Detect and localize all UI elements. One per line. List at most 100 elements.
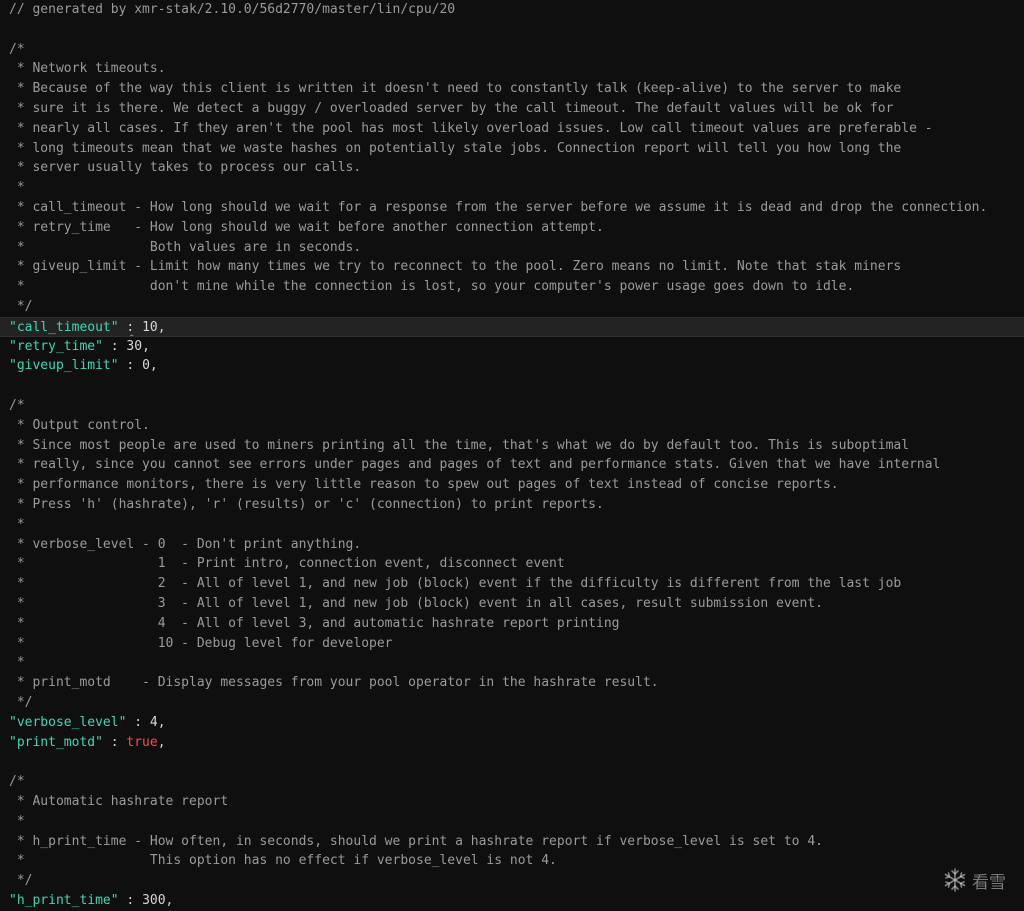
code-token: "giveup_limit" (9, 358, 119, 374)
code-token: * (9, 655, 25, 671)
code-token: : (102, 338, 127, 354)
code-line[interactable]: * 3 - All of level 1, and new job (block… (0, 594, 1024, 614)
code-line[interactable]: * 10 - Debug level for developer (0, 634, 1024, 654)
code-line[interactable]: * 2 - All of level 1, and new job (block… (0, 574, 1024, 594)
code-token: * print_motd - Display messages from you… (9, 675, 659, 691)
code-line[interactable]: * Output control. (0, 416, 1024, 436)
code-token: * Both values are in seconds. (9, 239, 362, 255)
code-token: * h_print_time - How often, in seconds, … (9, 833, 823, 849)
code-line[interactable]: "verbose_level" : 4, (0, 713, 1024, 733)
code-token: */ (9, 299, 33, 314)
code-token: , (157, 319, 166, 335)
code-token: * 3 - All of level 1, and new job (block… (9, 596, 823, 611)
code-line[interactable]: * (0, 653, 1024, 673)
code-line[interactable]: */ (0, 693, 1024, 713)
code-line[interactable]: */ (0, 297, 1024, 317)
code-token: , (165, 893, 174, 908)
code-token: : (126, 714, 150, 730)
code-line[interactable]: * print_motd - Display messages from you… (0, 673, 1024, 693)
code-token: * Output control. (9, 417, 150, 433)
code-token: * (9, 516, 25, 532)
code-token: 4 (149, 714, 158, 730)
code-token: * (9, 813, 25, 829)
code-line[interactable]: * Automatic hashrate report (0, 792, 1024, 812)
code-token: "print_motd" (9, 734, 103, 750)
code-token: * verbose_level - 0 - Don't print anythi… (9, 536, 362, 552)
code-token: , (157, 714, 166, 730)
code-token: /* (9, 41, 25, 57)
code-token: * 10 - Debug level for developer (9, 635, 393, 651)
code-line[interactable]: // generated by xmr-stak/2.10.0/56d2770/… (0, 0, 1024, 20)
code-token: * Press 'h' (hashrate), 'r' (results) or… (9, 497, 604, 512)
code-line[interactable]: * h_print_time - How often, in seconds, … (0, 832, 1024, 852)
code-line[interactable]: "giveup_limit" : 0, (0, 356, 1024, 376)
snowflake-icon (942, 867, 968, 893)
code-line[interactable]: * This option has no effect if verbose_l… (0, 851, 1024, 871)
code-line[interactable]: * (0, 812, 1024, 832)
code-token: 10 (142, 319, 158, 335)
code-line[interactable]: * long timeouts mean that we waste hashe… (0, 139, 1024, 159)
code-line[interactable]: "call_timeout" : 10, (0, 316, 1024, 337)
code-token: * long timeouts mean that we waste hashe… (9, 140, 902, 156)
code-token: // generated by xmr-stak/2.10.0/56d2770/… (9, 2, 456, 17)
code-token: * Automatic hashrate report (9, 794, 229, 809)
code-line[interactable]: */ (0, 871, 1024, 891)
code-token: : (118, 358, 143, 374)
code-line[interactable]: /* (0, 396, 1024, 416)
code-line[interactable]: * performance monitors, there is very li… (0, 475, 1024, 495)
code-line[interactable]: * sure it is there. We detect a buggy / … (0, 99, 1024, 119)
code-token: * really, since you cannot see errors un… (9, 457, 941, 473)
code-token: , (157, 734, 166, 750)
code-line[interactable]: * Network timeouts. (0, 59, 1024, 79)
code-line[interactable]: /* (0, 772, 1024, 792)
code-token: "verbose_level" (9, 714, 127, 730)
code-token: * don't mine while the connection is los… (9, 279, 855, 295)
code-token: /* (9, 774, 25, 790)
code-token: * call_timeout - How long should we wait… (9, 200, 988, 215)
code-line[interactable]: * don't mine while the connection is los… (0, 277, 1024, 297)
code-line[interactable]: * Because of the way this client is writ… (0, 79, 1024, 99)
code-token: * nearly all cases. If they aren't the p… (9, 120, 933, 136)
code-token: /* (9, 398, 25, 413)
code-line[interactable]: * Press 'h' (hashrate), 'r' (results) or… (0, 495, 1024, 515)
code-line[interactable]: * (0, 178, 1024, 198)
code-line[interactable]: * giveup_limit - Limit how many times we… (0, 257, 1024, 277)
code-line[interactable]: /* (0, 40, 1024, 60)
code-token: "h_print_time" (9, 893, 119, 908)
code-token: "call_timeout" (9, 319, 119, 335)
code-token: * 1 - Print intro, connection event, dis… (9, 556, 565, 572)
code-token: * sure it is there. We detect a buggy / … (9, 101, 894, 116)
code-line[interactable]: * really, since you cannot see errors un… (0, 455, 1024, 475)
code-line[interactable]: * Both values are in seconds. (0, 238, 1024, 258)
code-token: , (149, 358, 158, 374)
code-token: * (9, 180, 25, 196)
code-editor[interactable]: // generated by xmr-stak/2.10.0/56d2770/… (0, 0, 1024, 911)
code-line[interactable]: * (0, 515, 1024, 535)
code-line[interactable]: "print_motd" : true, (0, 733, 1024, 753)
code-line[interactable]: * server usually takes to process our ca… (0, 158, 1024, 178)
code-line[interactable]: "retry_time" : 30, (0, 337, 1024, 357)
code-token: * server usually takes to process our ca… (9, 160, 362, 176)
code-line[interactable]: "h_print_time" : 300, (0, 891, 1024, 911)
code-line[interactable]: * 4 - All of level 3, and automatic hash… (0, 614, 1024, 634)
code-token: */ (9, 695, 33, 710)
watermark-text: 看雪 (972, 872, 1006, 893)
code-token: * 4 - All of level 3, and automatic hash… (9, 615, 620, 631)
code-line[interactable]: * Since most people are used to miners p… (0, 436, 1024, 456)
code-token: : (118, 893, 143, 908)
watermark: 看雪 (942, 867, 1006, 893)
code-token: "retry_time" (9, 338, 103, 354)
code-line[interactable]: * verbose_level - 0 - Don't print anythi… (0, 535, 1024, 555)
code-line[interactable]: * nearly all cases. If they aren't the p… (0, 119, 1024, 139)
code-line[interactable]: * call_timeout - How long should we wait… (0, 198, 1024, 218)
code-line[interactable]: * 1 - Print intro, connection event, dis… (0, 554, 1024, 574)
code-token: * retry_time - How long should we wait b… (9, 219, 604, 235)
code-token: 300 (142, 893, 166, 908)
code-token: * performance monitors, there is very li… (9, 477, 839, 493)
code-token: * This option has no effect if verbose_l… (9, 853, 557, 869)
code-token: * 2 - All of level 1, and new job (block… (9, 576, 902, 592)
code-token: , (142, 338, 150, 354)
code-token: : (102, 734, 127, 750)
code-line[interactable]: * retry_time - How long should we wait b… (0, 218, 1024, 238)
